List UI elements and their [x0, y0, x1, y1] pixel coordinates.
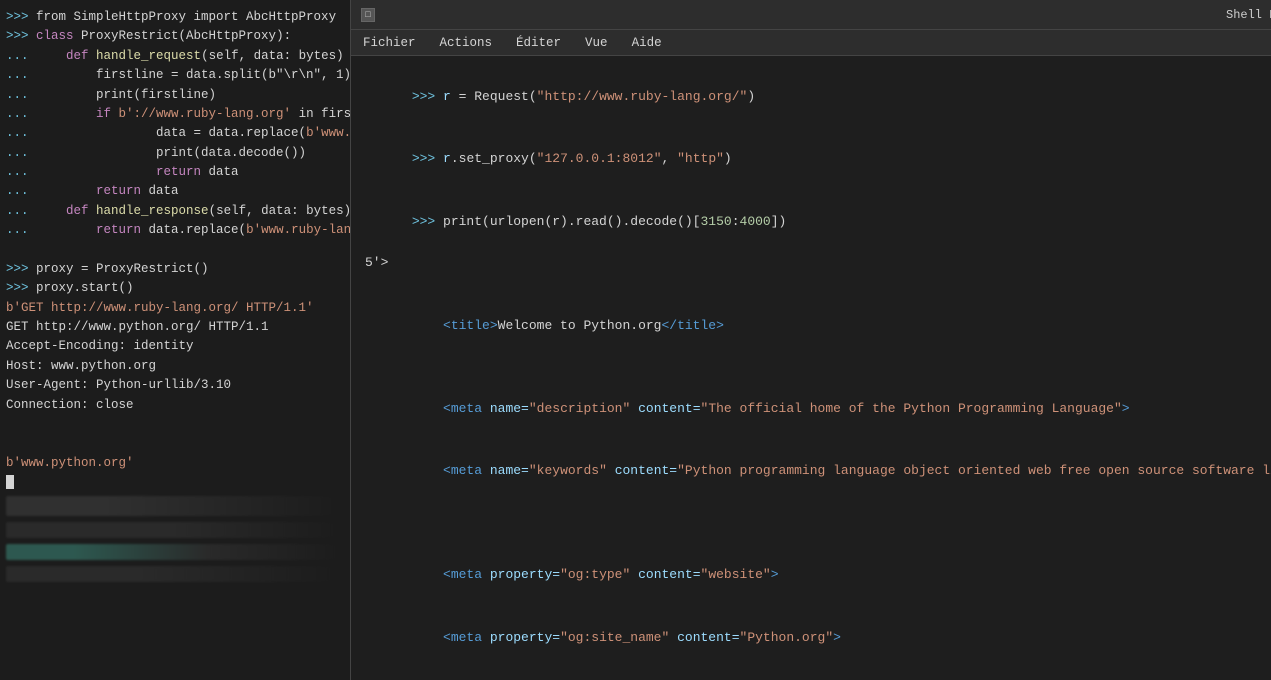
r-blank2 [365, 357, 1271, 378]
titlebar-icon: □ [361, 8, 375, 22]
code-line-8: ... print(data.decode()) [6, 144, 344, 163]
code-line-10: ... return data [6, 182, 344, 201]
menu-actions[interactable]: Actions [436, 34, 497, 52]
output-line-2: GET http://www.python.org/ HTTP/1.1 [6, 318, 344, 337]
output-line-1: b'GET http://www.ruby-lang.org/ HTTP/1.1… [6, 299, 344, 318]
r-blank3 [365, 503, 1271, 524]
menu-vue[interactable]: Vue [581, 34, 612, 52]
code-line-14: >>> proxy.start() [6, 279, 344, 298]
code-line-2: >>> class ProxyRestrict(AbcHttpProxy): [6, 27, 344, 46]
code-line-blank1 [6, 241, 344, 260]
code-line-3: ... def handle_request(self, data: bytes… [6, 47, 344, 66]
output-line-5: User-Agent: Python-urllib/3.10 [6, 376, 344, 395]
menu-fichier[interactable]: Fichier [359, 34, 420, 52]
code-line-9: ... return data [6, 163, 344, 182]
output-line-3: Accept-Encoding: identity [6, 337, 344, 356]
terminal-body[interactable]: >>> r = Request("http://www.ruby-lang.or… [351, 56, 1271, 680]
output-line-7: b'www.python.org' [6, 454, 344, 473]
menu-editer[interactable]: Éditer [512, 34, 565, 52]
code-line-4: ... firstline = data.split(b"\r\n", 1)[0… [6, 66, 344, 85]
titlebar: □ Shell No. 1 [351, 0, 1271, 30]
code-line-6: ... if b'://www.ruby-lang.org' in firstl… [6, 105, 344, 124]
code-line-5: ... print(firstline) [6, 86, 344, 105]
r-line-9: <meta property="og:site_name" content="P… [365, 607, 1271, 669]
right-terminal[interactable]: □ Shell No. 1 Fichier Actions Éditer Vue… [350, 0, 1271, 680]
r-line-7: <meta name="keywords" content="Python pr… [365, 440, 1271, 502]
menubar: Fichier Actions Éditer Vue Aide [351, 30, 1271, 56]
menu-aide[interactable]: Aide [628, 34, 666, 52]
r-line-8: <meta property="og:type" content="websit… [365, 544, 1271, 606]
r-blank4 [365, 524, 1271, 545]
r-line-5: <title>Welcome to Python.org</title> [365, 295, 1271, 357]
r-line-1: >>> r = Request("http://www.ruby-lang.or… [365, 66, 1271, 128]
r-line-10: <meta property="og:title" content="Welco… [365, 669, 1271, 680]
code-line-13: >>> proxy = ProxyRestrict() [6, 260, 344, 279]
titlebar-title: Shell No. 1 [1226, 8, 1271, 22]
code-line-1: >>> from SimpleHttpProxy import AbcHttpP… [6, 8, 344, 27]
code-line-7: ... data = data.replace(b'www.ruby-lang.… [6, 124, 344, 143]
output-line-6: Connection: close [6, 396, 344, 415]
r-line-6: <meta name="description" content="The of… [365, 378, 1271, 440]
r-line-3: >>> print(urlopen(r).read().decode()[315… [365, 191, 1271, 253]
left-terminal[interactable]: >>> from SimpleHttpProxy import AbcHttpP… [0, 0, 350, 680]
code-line-blank2 [6, 415, 344, 434]
output-line-4: Host: www.python.org [6, 357, 344, 376]
code-line-12: ... return data.replace(b'www.ruby-lang.… [6, 221, 344, 240]
cursor-line [6, 473, 344, 492]
r-line-2: >>> r.set_proxy("127.0.0.1:8012", "http"… [365, 128, 1271, 190]
r-line-4: 5'> [365, 253, 1271, 274]
code-line-blank3 [6, 434, 344, 453]
r-blank1 [365, 274, 1271, 295]
code-line-11: ... def handle_response(self, data: byte… [6, 202, 344, 221]
